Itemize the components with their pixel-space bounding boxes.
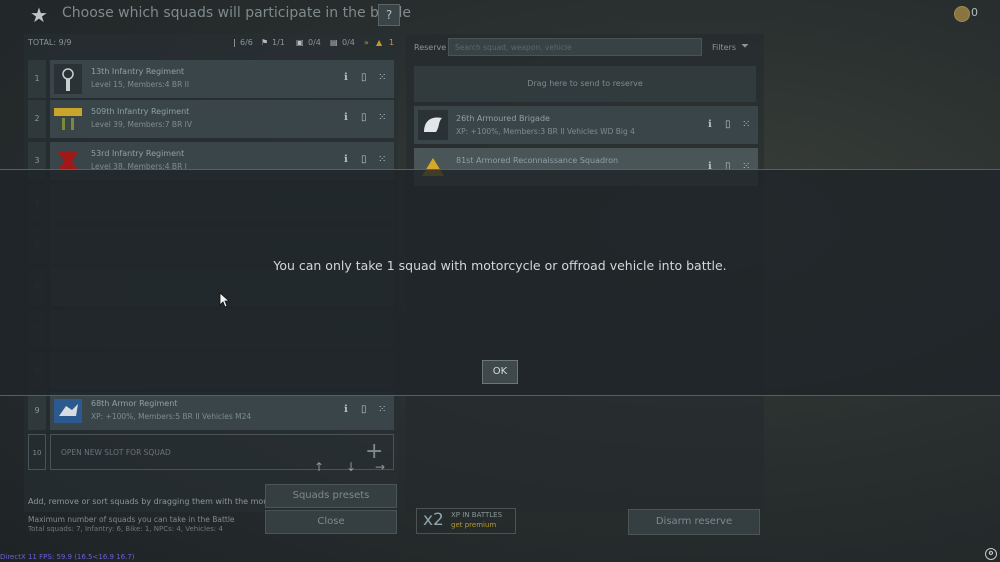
squad-name: 53rd Infantry Regiment <box>91 149 185 158</box>
squad-info: Level 39, Members:7 BR IV <box>91 120 193 129</box>
slot-number: 1 <box>28 60 46 98</box>
squad-name: 13th Infantry Regiment <box>91 67 185 76</box>
gold-count: 0 <box>971 6 978 19</box>
premium-link[interactable]: get premium <box>451 521 496 529</box>
star-icon: ★ <box>30 3 48 27</box>
bookmark-icon[interactable]: ▯ <box>361 72 367 83</box>
vehicle-count: 0/4 <box>308 38 321 47</box>
disarm-reserve-button[interactable]: Disarm reserve <box>628 509 760 535</box>
squad-card[interactable]: 68th Armor Regiment XP: +100%, Members:5… <box>50 392 394 430</box>
brigade-emblem-icon <box>418 110 448 140</box>
bookmark-icon[interactable]: ▯ <box>361 112 367 123</box>
offroad-icon: ▤ <box>330 38 338 47</box>
regiment-emblem-icon <box>54 399 82 423</box>
squad-row[interactable]: 9 68th Armor Regiment XP: +100%, Members… <box>28 392 394 430</box>
move-right-icon[interactable]: → <box>375 460 385 474</box>
infantry-icon: ❘ <box>231 38 238 47</box>
xp-multiplier: x2 <box>423 510 444 530</box>
max-squads-title: Maximum number of squads you can take in… <box>28 515 235 524</box>
bookmark-icon[interactable]: ▯ <box>361 404 367 415</box>
drag-handle-icon[interactable]: ⁙ <box>742 119 750 130</box>
tank-icon: ▲ <box>376 38 383 47</box>
regiment-emblem-icon <box>54 108 82 130</box>
squad-name: 68th Armor Regiment <box>91 399 178 408</box>
modal-message: You can only take 1 squad with motorcycl… <box>273 258 727 273</box>
info-icon[interactable]: ℹ <box>344 72 348 83</box>
squad-card[interactable]: 509th Infantry Regiment Level 39, Member… <box>50 100 394 138</box>
mouse-cursor-icon <box>219 292 229 308</box>
drag-handle-icon[interactable]: ⁙ <box>378 72 386 83</box>
move-down-icon[interactable]: ↓ <box>346 460 356 474</box>
page-title: Choose which squads will participate in … <box>62 5 411 21</box>
squad-stats-bar: TOTAL: 9/9 ❘ 6/6 ⚑ 1/1 ▣ 0/4 ▤ 0/4 » ▲ 1 <box>28 38 398 50</box>
squad-row[interactable]: 2 509th Infantry Regiment Level 39, Memb… <box>28 100 394 138</box>
reserve-search-input[interactable]: Search squad, weapon, vehicle <box>448 38 702 56</box>
filter-icon[interactable]: ⏷ <box>741 41 749 52</box>
drag-handle-icon[interactable]: ⁙ <box>378 404 386 415</box>
total-count: TOTAL: 9/9 <box>28 38 72 47</box>
bookmark-icon[interactable]: ▯ <box>361 154 367 165</box>
squad-name: 509th Infantry Regiment <box>91 107 190 116</box>
reserve-dropzone[interactable]: Drag here to send to reserve <box>414 66 756 102</box>
slot-number: 10 <box>28 434 46 470</box>
info-icon[interactable]: ℹ <box>344 112 348 123</box>
close-button[interactable]: Close <box>265 510 397 534</box>
squad-row[interactable]: 1 13th Infantry Regiment Level 15, Membe… <box>28 60 394 98</box>
info-icon[interactable]: ℹ <box>344 154 348 165</box>
squad-info: Level 15, Members:4 BR II <box>91 80 190 89</box>
squad-info: XP: +100%, Members:3 BR II Vehicles WD B… <box>456 127 635 136</box>
settings-icon[interactable]: ⚙ <box>985 548 997 560</box>
offroad-count: 0/4 <box>342 38 355 47</box>
bookmark-icon[interactable]: ▯ <box>725 119 731 130</box>
filters-button[interactable]: Filters <box>712 43 736 52</box>
xp-label: XP IN BATTLES <box>451 511 503 519</box>
move-up-icon[interactable]: ↑ <box>314 460 324 474</box>
squad-info: XP: +100%, Members:5 BR II Vehicles M24 <box>91 412 252 421</box>
open-slot-button[interactable]: OPEN NEW SLOT FOR SQUAD + <box>50 434 394 470</box>
regiment-emblem-icon <box>54 64 82 94</box>
squad-card[interactable]: 13th Infantry Regiment Level 15, Members… <box>50 60 394 98</box>
open-slot-label: OPEN NEW SLOT FOR SQUAD <box>61 448 171 457</box>
info-icon[interactable]: ℹ <box>708 119 712 130</box>
paratrooper-count: 1/1 <box>272 38 285 47</box>
ok-button[interactable]: OK <box>482 360 518 384</box>
squad-name: 81st Armored Reconnaissance Squadron <box>456 156 619 165</box>
tank-count: 1 <box>389 38 395 47</box>
slot-number: 9 <box>28 392 46 430</box>
gold-coin-icon <box>954 6 970 22</box>
header-bar: ★ Choose which squads will participate i… <box>0 0 1000 28</box>
help-button[interactable]: ? <box>378 4 400 26</box>
squad-name: 26th Armoured Brigade <box>456 114 550 123</box>
reserve-label: Reserve <box>414 43 447 52</box>
squads-presets-button[interactable]: Squads presets <box>265 484 397 508</box>
alert-modal: You can only take 1 squad with motorcycl… <box>0 169 1000 396</box>
fps-counter: DirectX 11 FPS: 59.9 (16.5<16.9 16.7) <box>0 553 135 561</box>
max-squads-line: Total squads: 7, Infantry: 6, Bike: 1, N… <box>28 525 223 533</box>
premium-xp-badge[interactable]: x2 XP IN BATTLES get premium <box>416 508 516 534</box>
arrow-icon: » <box>364 38 369 47</box>
info-icon[interactable]: ℹ <box>344 404 348 415</box>
drag-handle-icon[interactable]: ⁙ <box>378 154 386 165</box>
drag-handle-icon[interactable]: ⁙ <box>378 112 386 123</box>
vehicle-icon: ▣ <box>296 38 304 47</box>
infantry-count: 6/6 <box>240 38 253 47</box>
slot-number: 2 <box>28 100 46 138</box>
reserve-squad-row[interactable]: 26th Armoured Brigade XP: +100%, Members… <box>414 106 758 144</box>
paratrooper-icon: ⚑ <box>261 38 269 47</box>
drag-help-text: Add, remove or sort squads by dragging t… <box>28 497 280 506</box>
